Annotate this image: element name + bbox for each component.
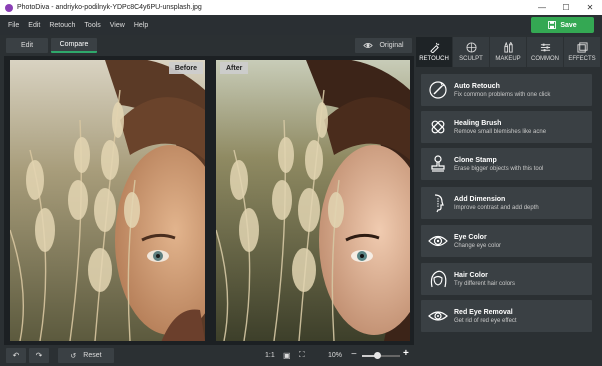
menu-file[interactable]: File [8, 22, 19, 29]
tool-auto-retouch[interactable]: Auto Retouch Fix common problems with one… [421, 74, 592, 106]
redo-icon: ↷ [35, 351, 43, 360]
tool-desc: Try different hair colors [454, 280, 516, 287]
minimize-button[interactable]: — [530, 0, 554, 15]
reset-button[interactable]: ↺ Reset [58, 348, 114, 363]
zoom-out-button[interactable]: − [351, 349, 357, 360]
zoom-slider-handle[interactable] [373, 352, 381, 359]
bottom-toolbar: ↶ ↷ ↺ Reset 1:1 ▣ ⛶ 10% − + [0, 345, 414, 366]
window-controls: — ☐ ✕ [530, 0, 602, 15]
portrait-after-image [216, 60, 410, 341]
tab-makeup-label: MAKEUP [495, 56, 521, 62]
save-label: Save [560, 21, 577, 29]
undo-icon: ↶ [12, 351, 20, 360]
menu-bar: File Edit Retouch Tools View Help [0, 15, 602, 35]
tab-effects[interactable]: EFFECTS [564, 37, 600, 67]
original-label: Original [379, 42, 404, 49]
auto-retouch-icon [428, 80, 448, 100]
redo-button[interactable]: ↷ [29, 348, 49, 363]
save-button[interactable]: Save [531, 17, 594, 33]
edit-mode-button[interactable]: Edit [6, 38, 48, 53]
before-label: Before [168, 62, 203, 74]
tool-eye-color[interactable]: Eye Color Change eye color [421, 225, 592, 257]
makeup-icon [503, 42, 513, 53]
fit-to-window-icon[interactable]: ▣ [283, 351, 291, 360]
tool-title: Auto Retouch [454, 82, 500, 90]
actual-size-button[interactable]: 1:1 [265, 352, 275, 359]
close-button[interactable]: ✕ [578, 0, 602, 15]
tab-makeup[interactable]: MAKEUP [490, 37, 526, 67]
tools-panel: RETOUCH SCULPT MAKEUP COMMON EFFECTS Aut… [414, 35, 602, 366]
tool-add-dimension[interactable]: Add Dimension Improve contrast and add de… [421, 187, 592, 219]
before-photo[interactable]: Before [10, 60, 205, 341]
zoom-slider[interactable] [362, 352, 400, 359]
tool-hair-color[interactable]: Hair Color Try different hair colors [421, 263, 592, 295]
menu-help[interactable]: Help [134, 22, 148, 29]
tool-desc: Get rid of red eye effect [454, 317, 517, 324]
retouch-icon [429, 42, 439, 53]
maximize-button[interactable]: ☐ [554, 0, 578, 15]
tool-desc: Improve contrast and add depth [454, 204, 539, 211]
tool-title: Red Eye Removal [454, 308, 513, 316]
window-title: PhotoDiva - andriyko-podilnyk-YDPc8C4y6P… [17, 4, 202, 11]
clone-stamp-icon [428, 154, 448, 174]
zoom-in-button[interactable]: + [403, 348, 409, 359]
sculpt-icon [465, 42, 477, 53]
eye-icon [363, 43, 374, 48]
tool-desc: Erase bigger objects with this tool [454, 165, 544, 172]
tool-desc: Change eye color [454, 242, 502, 249]
tab-retouch[interactable]: RETOUCH [416, 37, 452, 67]
red-eye-icon [428, 306, 448, 326]
reset-label: Reset [83, 352, 102, 359]
zoom-level: 10% [328, 352, 343, 359]
menu-edit[interactable]: Edit [28, 22, 40, 29]
tab-retouch-label: RETOUCH [419, 56, 449, 62]
after-photo[interactable]: After [216, 60, 410, 341]
effects-icon [576, 42, 588, 53]
tab-sculpt-label: SCULPT [459, 56, 483, 62]
eye-color-icon [428, 231, 448, 251]
menu-tools[interactable]: Tools [84, 22, 100, 29]
tab-common-label: COMMON [531, 56, 559, 62]
image-canvas[interactable]: Before After [4, 56, 414, 345]
view-mode-toolbar: Edit Compare [0, 35, 414, 55]
fullscreen-icon[interactable]: ⛶ [299, 350, 305, 360]
tool-desc: Fix common problems with one click [454, 91, 551, 98]
compare-mode-button[interactable]: Compare [51, 38, 97, 53]
app-logo-icon [5, 3, 13, 12]
save-disk-icon [548, 21, 557, 29]
sliders-icon [540, 43, 550, 52]
menu-retouch[interactable]: Retouch [49, 22, 75, 29]
healing-brush-icon [428, 117, 448, 137]
tool-clone-stamp[interactable]: Clone Stamp Erase bigger objects with thi… [421, 148, 592, 180]
title-bar: PhotoDiva - andriyko-podilnyk-YDPc8C4y6P… [0, 0, 602, 15]
reset-icon: ↺ [70, 352, 77, 360]
add-dimension-icon [428, 193, 448, 213]
after-label: After [220, 62, 249, 74]
undo-button[interactable]: ↶ [6, 348, 26, 363]
tool-title: Clone Stamp [454, 156, 497, 164]
portrait-before-image [10, 60, 205, 341]
tab-sculpt[interactable]: SCULPT [453, 37, 489, 67]
original-toggle-button[interactable]: Original [355, 38, 412, 53]
tool-red-eye-removal[interactable]: Red Eye Removal Get rid of red eye effect [421, 300, 592, 332]
tool-desc: Remove small blemishes like acne [454, 128, 547, 135]
tab-effects-label: EFFECTS [568, 56, 596, 62]
tool-category-tabs: RETOUCH SCULPT MAKEUP COMMON EFFECTS [416, 37, 600, 67]
tool-title: Add Dimension [454, 195, 506, 203]
tool-title: Eye Color [454, 233, 487, 241]
menu-view[interactable]: View [110, 22, 125, 29]
tool-title: Hair Color [454, 271, 488, 279]
tab-common[interactable]: COMMON [527, 37, 563, 67]
tool-healing-brush[interactable]: Healing Brush Remove small blemishes like… [421, 111, 592, 143]
tool-title: Healing Brush [454, 119, 502, 127]
hair-color-icon [428, 269, 448, 289]
